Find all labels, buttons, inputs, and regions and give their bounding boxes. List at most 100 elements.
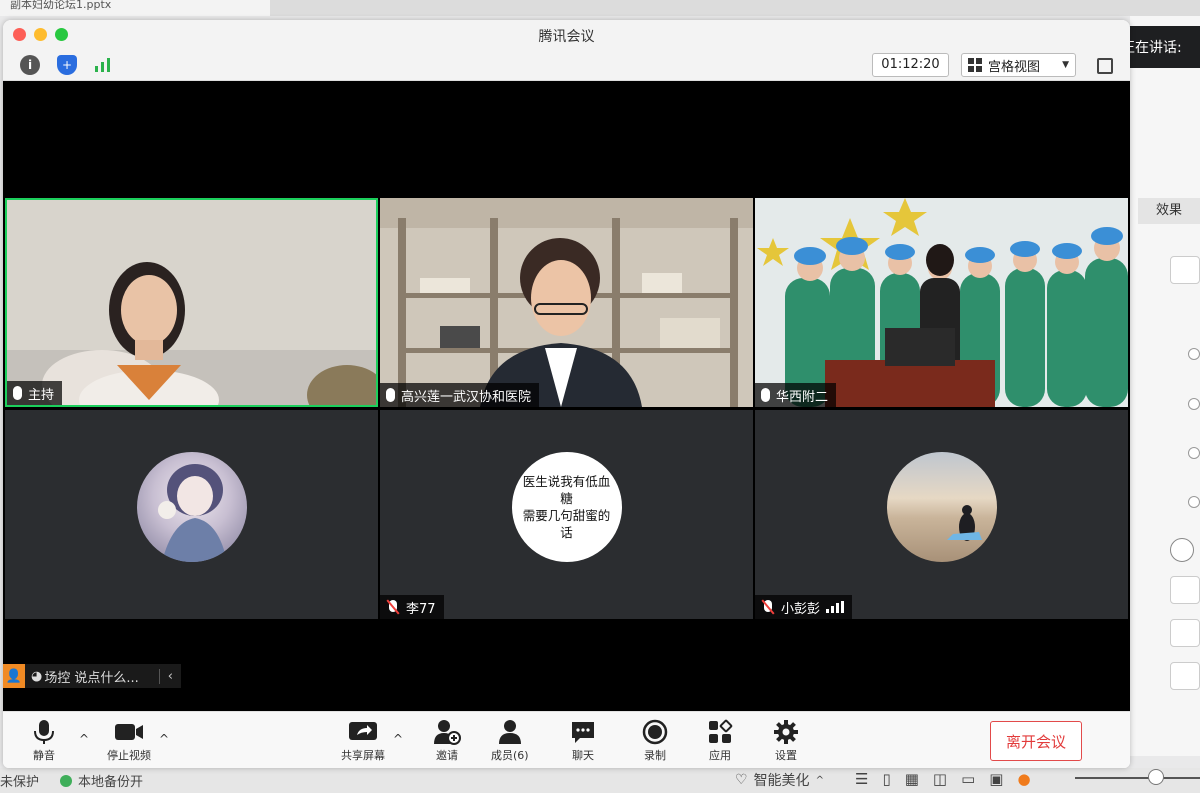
participant-video-feed bbox=[380, 198, 753, 407]
video-options-caret[interactable]: ^ bbox=[159, 732, 169, 746]
video-tile-participant[interactable]: 小彭彭 bbox=[755, 410, 1128, 619]
meeting-window: 腾讯会议 i + 01:12:20 宫格视图 ▼ 主持 高兴莲一武汉协和医院 华… bbox=[3, 20, 1130, 768]
background-input-box[interactable] bbox=[1170, 576, 1200, 604]
protection-status: 未保护 bbox=[0, 775, 40, 790]
mute-options-caret[interactable]: ^ bbox=[79, 732, 89, 746]
list-view-icon[interactable]: ☰ bbox=[855, 770, 868, 788]
background-radio[interactable] bbox=[1188, 447, 1200, 459]
status-dot-icon bbox=[60, 774, 72, 787]
background-input-box[interactable] bbox=[1170, 662, 1200, 690]
window-title: 腾讯会议 bbox=[538, 29, 595, 45]
mic-icon bbox=[13, 386, 22, 400]
participant-name: 高兴莲一武汉协和医院 bbox=[401, 389, 532, 405]
add-user-icon bbox=[433, 719, 461, 745]
sender-avatar-icon: ◕ bbox=[31, 668, 43, 684]
video-tile-host[interactable]: 主持 bbox=[5, 198, 378, 407]
settings-label: 设置 bbox=[775, 749, 797, 762]
mic-muted-icon bbox=[386, 600, 400, 614]
background-effect-tab[interactable]: 效果 bbox=[1138, 198, 1200, 224]
participant-name-tag: 小彭彭 bbox=[755, 595, 853, 619]
participant-name: 李77 bbox=[406, 601, 436, 617]
participant-name-tag: 李77 bbox=[380, 595, 444, 619]
invite-button[interactable]: 邀请 bbox=[433, 719, 461, 763]
invite-label: 邀请 bbox=[436, 749, 458, 762]
meeting-top-toolbar: i + 01:12:20 宫格视图 ▼ bbox=[3, 50, 1130, 81]
stop-video-button[interactable]: 停止视频 bbox=[107, 719, 151, 763]
view-mode-dropdown[interactable]: 宫格视图 ▼ bbox=[961, 53, 1076, 77]
record-button[interactable]: 录制 bbox=[642, 719, 668, 763]
mute-button[interactable]: 静音 bbox=[33, 719, 55, 763]
mic-muted-icon bbox=[761, 600, 775, 614]
members-button[interactable]: 成员(6) bbox=[491, 719, 529, 763]
participant-name: 主持 bbox=[28, 387, 55, 403]
signal-strength-icon bbox=[826, 601, 845, 613]
settings-button[interactable]: 设置 bbox=[773, 719, 799, 763]
chat-sender: 场控 bbox=[44, 670, 71, 686]
mic-icon bbox=[386, 388, 395, 402]
user-icon: 👤 bbox=[3, 664, 25, 688]
background-document-tab[interactable]: 副本妇幼论坛1.pptx bbox=[0, 0, 270, 16]
background-radio[interactable] bbox=[1188, 348, 1200, 360]
members-icon bbox=[498, 719, 522, 745]
avatar-text-line: 需要几句甜蜜的话 bbox=[522, 508, 611, 540]
participant-name-tag: 主持 bbox=[7, 381, 63, 405]
beautify-label: 智能美化 bbox=[753, 773, 810, 789]
grid-view-icon[interactable]: ▦ bbox=[905, 770, 919, 788]
participant-name: 小彭彭 bbox=[781, 601, 821, 617]
backup-label: 本地备份开 bbox=[78, 775, 144, 790]
share-options-caret[interactable]: ^ bbox=[393, 732, 403, 746]
video-tile-participant[interactable] bbox=[5, 410, 378, 619]
video-tile-participant[interactable]: 华西附二 bbox=[755, 198, 1128, 407]
mic-icon bbox=[761, 388, 770, 402]
chat-bubble-icon bbox=[570, 719, 596, 745]
background-dial[interactable] bbox=[1170, 538, 1194, 562]
shield-icon[interactable]: + bbox=[57, 55, 77, 75]
share-screen-button[interactable]: 共享屏幕 bbox=[341, 719, 385, 763]
view-tools: ☰ ▯ ▦ ◫ ▭ ▣ ● bbox=[855, 770, 1031, 788]
participant-name-tag: 华西附二 bbox=[755, 383, 837, 407]
fullscreen-icon[interactable] bbox=[1097, 58, 1113, 74]
participant-avatar bbox=[136, 452, 247, 562]
apps-label: 应用 bbox=[709, 749, 731, 762]
note-icon[interactable]: ▭ bbox=[961, 770, 975, 788]
leave-meeting-button[interactable]: 离开会议 bbox=[990, 721, 1082, 761]
video-tile-participant[interactable]: 医生说我有低血糖 需要几句甜蜜的话 李77 bbox=[380, 410, 753, 619]
zoom-slider-handle[interactable] bbox=[1148, 769, 1164, 785]
chat-button[interactable]: 聊天 bbox=[570, 719, 596, 763]
background-input-box[interactable] bbox=[1170, 256, 1200, 284]
background-radio[interactable] bbox=[1188, 496, 1200, 508]
members-label: 成员(6) bbox=[491, 749, 529, 762]
zoom-slider-track[interactable] bbox=[1075, 777, 1200, 779]
background-radio[interactable] bbox=[1188, 398, 1200, 410]
chat-placeholder: 说点什么... bbox=[74, 670, 139, 686]
apps-icon bbox=[707, 719, 733, 745]
background-input-box[interactable] bbox=[1170, 619, 1200, 647]
video-grid: 主持 高兴莲一武汉协和医院 华西附二 医生说我有低血糖 需要几句甜蜜的话 李77… bbox=[3, 81, 1130, 711]
apps-button[interactable]: 应用 bbox=[707, 719, 733, 763]
participant-name-tag: 高兴莲一武汉协和医院 bbox=[380, 383, 540, 407]
avatar-text-line: 医生说我有低血糖 bbox=[522, 474, 611, 506]
smart-beautify-menu[interactable]: ♡ 智能美化 ^ bbox=[735, 770, 824, 790]
book-view-icon[interactable]: ◫ bbox=[933, 770, 947, 788]
host-video-feed bbox=[7, 200, 376, 405]
stop-video-label: 停止视频 bbox=[107, 749, 151, 762]
collapse-chat-icon[interactable]: ‹ bbox=[158, 668, 173, 684]
page-view-icon[interactable]: ▯ bbox=[882, 770, 890, 788]
participant-video-feed bbox=[755, 198, 1128, 407]
desktop-status-bar: 未保护 本地备份开 ♡ 智能美化 ^ ☰ ▯ ▦ ◫ ▭ ▣ ● bbox=[0, 768, 1200, 793]
participant-name: 华西附二 bbox=[776, 389, 829, 405]
info-icon[interactable]: i bbox=[20, 55, 40, 75]
chat-input-bar[interactable]: 👤 ◕ 场控 说点什么... ‹ bbox=[3, 664, 181, 688]
beautify-caret: ^ bbox=[815, 774, 824, 786]
participant-avatar bbox=[886, 452, 997, 562]
microphone-icon bbox=[33, 719, 55, 745]
chat-label: 聊天 bbox=[572, 749, 594, 762]
gallery-grid-icon bbox=[968, 58, 982, 72]
mute-label: 静音 bbox=[33, 749, 55, 762]
video-tile-participant[interactable]: 高兴莲一武汉协和医院 bbox=[380, 198, 753, 407]
play-icon[interactable]: ● bbox=[1017, 770, 1030, 788]
network-signal-icon[interactable] bbox=[93, 55, 113, 75]
present-icon[interactable]: ▣ bbox=[989, 770, 1003, 788]
meeting-timer: 01:12:20 bbox=[872, 53, 949, 77]
share-screen-icon bbox=[348, 719, 378, 745]
